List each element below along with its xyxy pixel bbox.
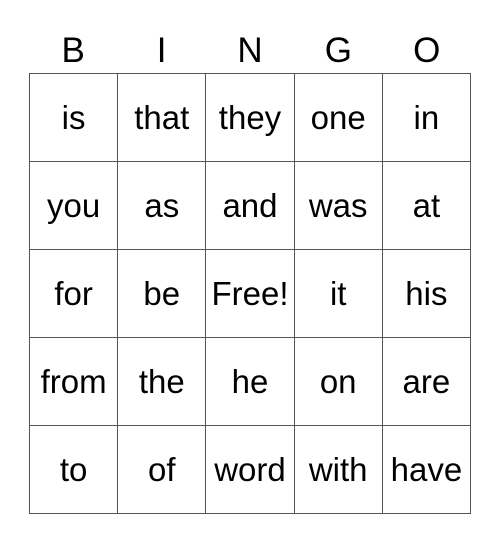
free-space-cell: Free! bbox=[206, 250, 295, 338]
bingo-cell: with bbox=[294, 426, 383, 514]
bingo-cell: his bbox=[382, 250, 471, 338]
bingo-cell: are bbox=[382, 338, 471, 426]
header-letter-b: B bbox=[61, 31, 85, 70]
bingo-cell: in bbox=[382, 74, 471, 162]
bingo-cell: the bbox=[118, 338, 207, 426]
bingo-cell: you bbox=[30, 162, 119, 250]
header-letter-n: N bbox=[237, 31, 263, 70]
bingo-cell: that bbox=[118, 74, 207, 162]
bingo-cell: to bbox=[30, 426, 119, 514]
bingo-cell: on bbox=[294, 338, 383, 426]
header-letter-i: I bbox=[156, 31, 167, 70]
bingo-cell: was bbox=[294, 162, 383, 250]
bingo-cell: is bbox=[30, 74, 119, 162]
bingo-cell: they bbox=[206, 74, 295, 162]
bingo-cell: at bbox=[382, 162, 471, 250]
bingo-cell: and bbox=[206, 162, 295, 250]
bingo-cell: for bbox=[30, 250, 119, 338]
bingo-cell: he bbox=[206, 338, 295, 426]
bingo-cell: one bbox=[294, 74, 383, 162]
bingo-cell: from bbox=[30, 338, 119, 426]
bingo-cell: as bbox=[118, 162, 207, 250]
bingo-grid: is that they one in you as and was at fo… bbox=[29, 73, 471, 514]
bingo-cell: of bbox=[118, 426, 207, 514]
bingo-cell: have bbox=[382, 426, 471, 514]
header-letter-o: O bbox=[413, 31, 441, 70]
header-letter-g: G bbox=[324, 31, 352, 70]
bingo-cell: it bbox=[294, 250, 383, 338]
bingo-cell: be bbox=[118, 250, 207, 338]
bingo-header: B I N G O bbox=[29, 30, 471, 72]
bingo-cell: word bbox=[206, 426, 295, 514]
